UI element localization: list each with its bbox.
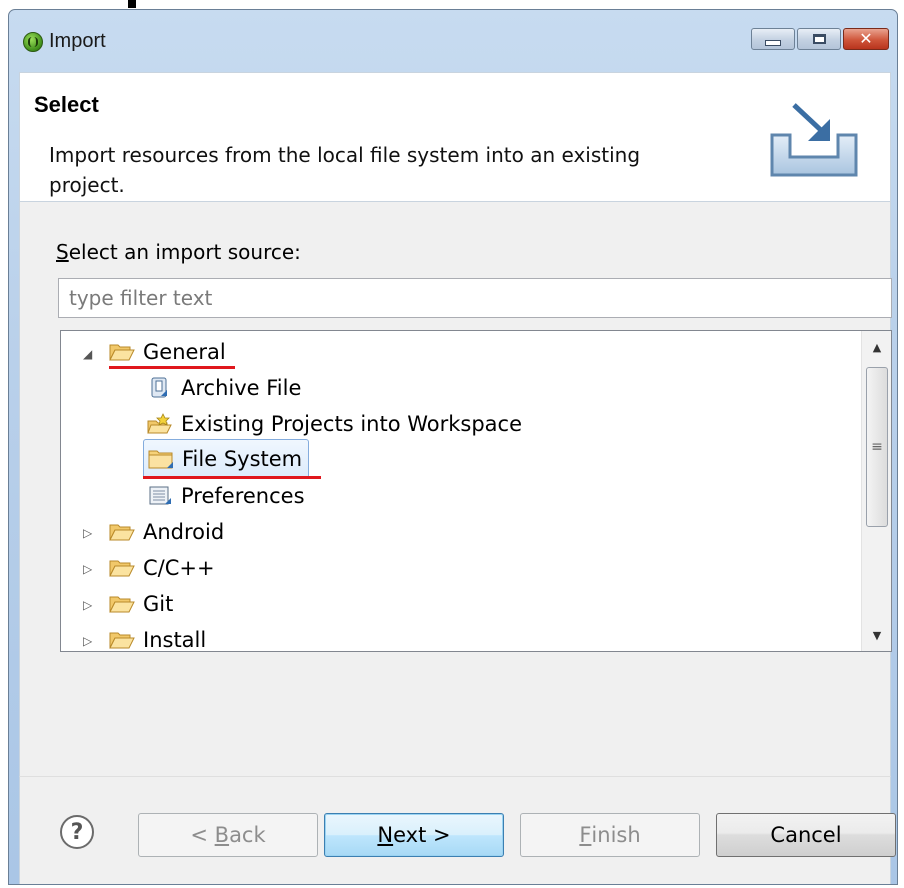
filter-input[interactable] — [58, 278, 892, 318]
finish-button-mnemonic: F — [579, 823, 592, 847]
back-button[interactable]: < Back — [138, 813, 318, 857]
wizard-body: Select an import source: ◢ General Archi… — [19, 202, 892, 776]
next-button[interactable]: Next > — [324, 813, 504, 857]
tree-item-label: Install — [143, 628, 207, 652]
folder-open-icon — [109, 632, 135, 649]
expand-triangle-icon[interactable]: ▷ — [83, 527, 95, 539]
back-button-mnemonic: B — [214, 823, 230, 847]
top-marker — [128, 0, 136, 8]
archive-file-icon — [151, 377, 167, 398]
minimize-button[interactable] — [751, 28, 795, 50]
close-button[interactable]: ✕ — [843, 28, 889, 50]
expand-triangle-icon[interactable]: ▷ — [83, 635, 95, 647]
cancel-button[interactable]: Cancel — [716, 813, 896, 857]
page-description: Import resources from the local file sys… — [49, 143, 641, 197]
window-controls: ✕ — [749, 28, 889, 50]
folder-icon — [148, 450, 173, 469]
back-button-prefix: < — [190, 823, 215, 847]
scroll-down-arrow-icon[interactable]: ▼ — [862, 621, 891, 649]
import-dialog: Import ✕ Select Import resources from th… — [8, 9, 898, 885]
import-project-icon — [147, 413, 172, 434]
maximize-icon — [812, 34, 826, 44]
tree-scrollbar[interactable]: ▲ ≡ ▼ — [861, 331, 891, 651]
tree-item-label: Archive File — [181, 376, 302, 400]
tree-item-label: Android — [143, 520, 225, 544]
wizard-header: Select Import resources from the local f… — [19, 72, 891, 202]
title-bar[interactable]: Import ✕ — [9, 10, 897, 72]
import-source-mnemonic: S — [56, 240, 69, 264]
folder-open-icon — [109, 344, 135, 361]
folder-open-icon — [109, 596, 135, 613]
expand-triangle-icon[interactable]: ▷ — [83, 563, 95, 575]
eclipse-app-icon — [23, 32, 43, 52]
tree-item-archive-file[interactable]: Archive File — [147, 371, 301, 405]
tree-item-label: Preferences — [181, 484, 305, 508]
finish-button[interactable]: Finish — [520, 813, 700, 857]
import-source-label: Select an import source: — [56, 240, 301, 264]
tree-item-install[interactable]: Install — [109, 623, 207, 652]
import-source-label-text: elect an import source: — [68, 240, 301, 264]
tree-item-cpp[interactable]: C/C++ — [109, 551, 215, 585]
scroll-up-arrow-icon[interactable]: ▲ — [862, 333, 891, 361]
tree-item-preferences[interactable]: Preferences — [147, 479, 305, 513]
tree-item-label: Git — [143, 592, 174, 616]
tree-item-git[interactable]: Git — [109, 587, 173, 621]
help-icon[interactable]: ? — [60, 815, 94, 849]
import-wizard-icon — [770, 103, 858, 177]
page-title: Select — [34, 92, 99, 117]
tree-item-general[interactable]: General — [109, 335, 226, 369]
collapse-triangle-icon[interactable]: ◢ — [83, 348, 95, 360]
tree-item-android[interactable]: Android — [109, 515, 224, 549]
window-title: Import — [49, 30, 106, 52]
finish-button-label: inish — [591, 823, 641, 847]
import-source-tree[interactable]: ◢ General Archive File Existing Projects… — [60, 330, 892, 652]
annotation-underline-general — [109, 366, 235, 369]
tree-item-label: General — [143, 340, 226, 364]
tree-item-existing-projects[interactable]: Existing Projects into Workspace — [147, 407, 522, 441]
button-bar: ? < Back Next > Finish Cancel — [19, 776, 896, 884]
maximize-button[interactable] — [797, 28, 841, 50]
tree-item-label: C/C++ — [143, 556, 215, 580]
tree-item-label: File System — [182, 447, 303, 471]
minimize-icon — [765, 40, 781, 46]
tree-item-file-system[interactable]: File System — [143, 439, 310, 479]
scroll-thumb[interactable]: ≡ — [866, 367, 888, 527]
expand-triangle-icon[interactable]: ▷ — [83, 599, 95, 611]
back-button-label: ack — [229, 823, 266, 847]
folder-open-icon — [109, 560, 135, 577]
next-button-mnemonic: N — [377, 823, 394, 847]
close-icon: ✕ — [859, 29, 873, 48]
tree-item-label: Existing Projects into Workspace — [181, 412, 523, 436]
preferences-icon — [149, 486, 171, 505]
folder-open-icon — [109, 524, 135, 541]
next-button-label: ext > — [393, 823, 451, 847]
